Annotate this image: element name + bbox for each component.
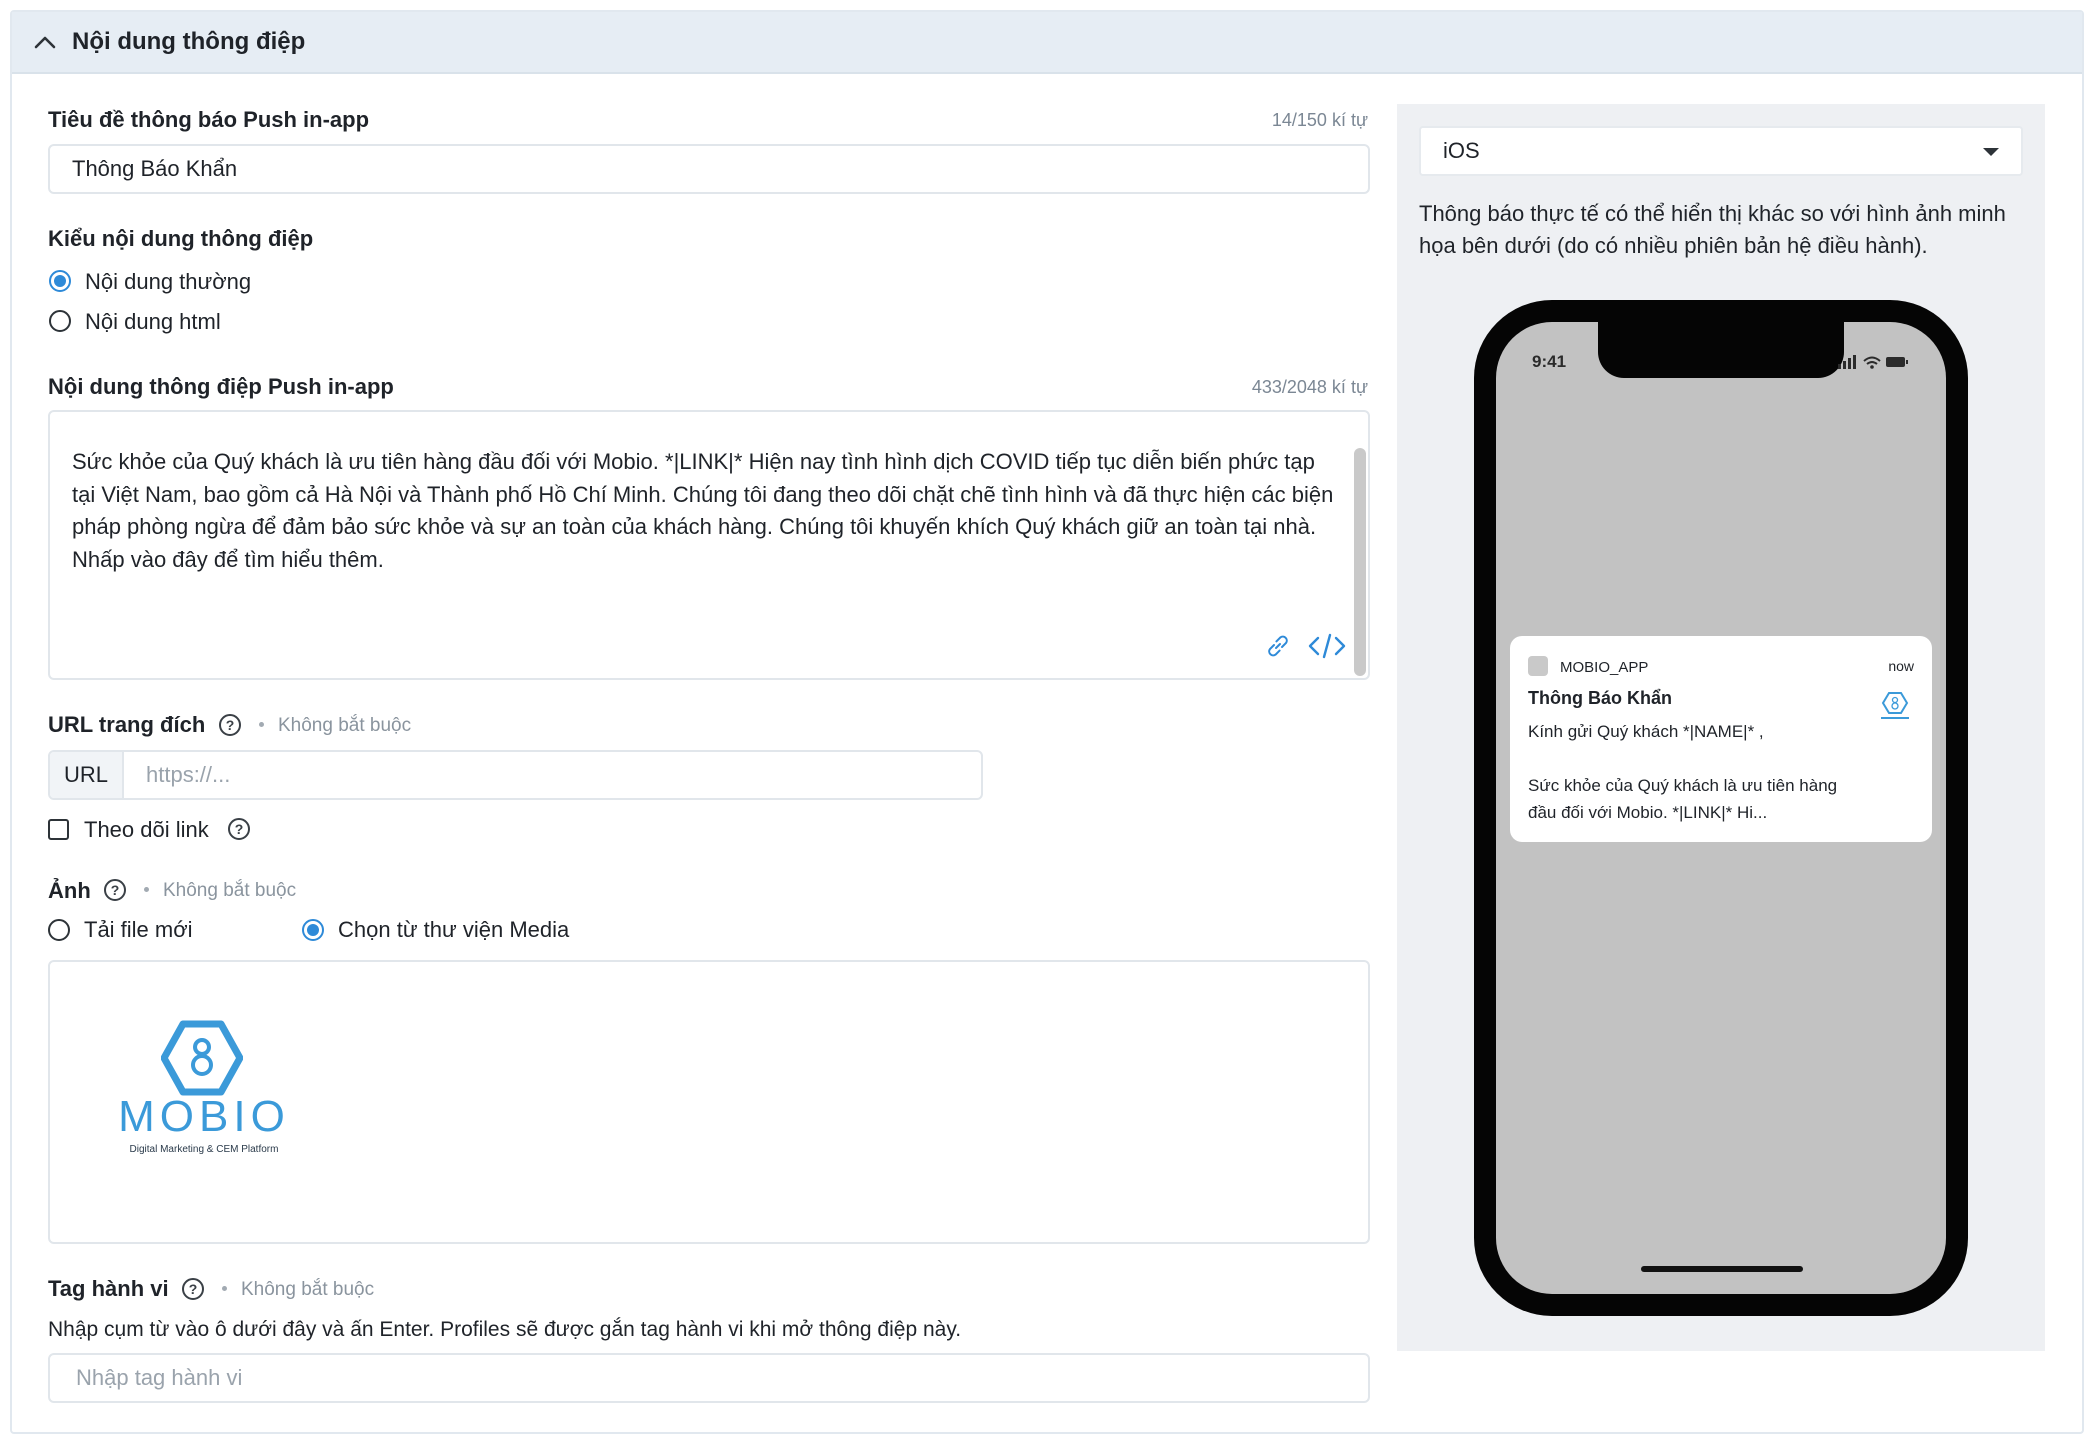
caret-down-icon (1983, 148, 1999, 156)
phone-mockup: 9:41 MOBIO_APP now Thông Báo Khẩn Kính g… (1474, 300, 1968, 1316)
title-input[interactable]: Thông Báo Khẩn (48, 144, 1370, 194)
message-text: Sức khỏe của Quý khách là ưu tiên hàng đ… (72, 449, 1334, 572)
radio-upload-new[interactable] (48, 919, 70, 941)
platform-select-value: iOS (1443, 138, 1480, 163)
radio-normal-content[interactable] (49, 270, 71, 292)
radio-media-library[interactable] (302, 919, 324, 941)
notification-card[interactable]: MOBIO_APP now Thông Báo Khẩn Kính gửi Qu… (1510, 636, 1932, 842)
tags-optional-text: Không bắt buộc (241, 1279, 375, 1300)
url-addon: URL (50, 752, 124, 798)
track-link-help-icon[interactable]: ? (228, 818, 250, 840)
mobio-logo: MOBIO Digital Marketing & CEM Platform (114, 1020, 294, 1160)
notification-body: Kính gửi Quý khách *|NAME|* , Sức khỏe c… (1528, 722, 1838, 822)
media-preview-box[interactable]: MOBIO Digital Marketing & CEM Platform (48, 960, 1370, 1244)
message-textarea[interactable]: Sức khỏe của Quý khách là ưu tiên hàng đ… (48, 410, 1370, 680)
phone-notch (1598, 322, 1844, 378)
status-bar-icons (1838, 355, 1908, 369)
mobio-logo-icon (161, 1020, 243, 1096)
image-optional-row: Không bắt buộc (130, 880, 296, 902)
title-counter: 14/150 kí tự (1271, 110, 1368, 130)
image-optional-text: Không bắt buộc (163, 880, 297, 901)
separator-dot (222, 1286, 227, 1292)
message-counter: 433/2048 kí tự (1251, 377, 1368, 397)
url-placeholder: https://... (146, 762, 231, 787)
image-label: Ảnh (48, 878, 91, 903)
tags-label: Tag hành vi (48, 1276, 169, 1301)
radio-upload-new-label[interactable]: Tải file mới (84, 917, 193, 943)
tags-placeholder: Nhập tag hành vi (76, 1365, 243, 1390)
radio-html-content[interactable] (49, 310, 71, 332)
track-link-label[interactable]: Theo dõi link (84, 817, 209, 843)
separator-dot (259, 722, 264, 728)
tags-input[interactable]: Nhập tag hành vi (48, 1353, 1370, 1403)
notification-time: now (1888, 658, 1914, 674)
app-icon (1528, 656, 1548, 676)
message-label: Nội dung thông điệp Push in-app (48, 374, 394, 399)
notification-title: Thông Báo Khẩn (1528, 688, 1672, 708)
textarea-scrollbar[interactable] (1354, 448, 1366, 676)
panel-title: Nội dung thông điệp (72, 28, 306, 55)
url-help-icon[interactable]: ? (219, 714, 241, 736)
url-label: URL trang đích (48, 712, 206, 737)
notification-app-name: MOBIO_APP (1560, 659, 1649, 676)
mobio-logo-tagline: Digital Marketing & CEM Platform (129, 1144, 279, 1155)
notification-thumbnail-icon (1881, 692, 1909, 719)
url-optional-row: Không bắt buộc (245, 715, 411, 737)
tags-hint: Nhập cụm từ vào ô dưới đây và ấn Enter. … (48, 1318, 962, 1341)
title-label: Tiêu đề thông báo Push in-app (48, 107, 370, 132)
panel-header[interactable]: Nội dung thông điệp (12, 12, 2082, 74)
mobio-logo-wordmark: MOBIO (118, 1092, 290, 1141)
link-icon[interactable] (1264, 632, 1292, 660)
platform-select[interactable]: iOS (1419, 126, 2023, 176)
code-icon[interactable] (1308, 632, 1346, 660)
home-indicator (1641, 1266, 1803, 1272)
tags-optional-row: Không bắt buộc (208, 1279, 374, 1301)
image-help-icon[interactable]: ? (104, 879, 126, 901)
separator-dot (144, 887, 149, 893)
radio-html-content-label[interactable]: Nội dung html (85, 309, 221, 335)
content-type-label: Kiểu nội dung thông điệp (48, 226, 314, 251)
chevron-up-icon[interactable] (32, 29, 58, 55)
url-optional-text: Không bắt buộc (278, 715, 412, 736)
tags-help-icon[interactable]: ? (182, 1278, 204, 1300)
track-link-checkbox[interactable] (48, 819, 69, 840)
url-label-row: URL trang đích (48, 712, 205, 738)
url-input[interactable]: URL https://... (48, 750, 983, 800)
preview-note: Thông báo thực tế có thể hiển thị khác s… (1419, 201, 2006, 258)
title-input-value: Thông Báo Khẩn (72, 156, 238, 181)
radio-normal-content-label[interactable]: Nội dung thường (85, 269, 251, 295)
radio-media-library-label[interactable]: Chọn từ thư viện Media (338, 917, 569, 943)
phone-time: 9:41 (1532, 352, 1567, 371)
phone-screen: 9:41 MOBIO_APP now Thông Báo Khẩn Kính g… (1496, 322, 1946, 1294)
device-preview-panel: iOS Thông báo thực tế có thể hiển thị kh… (1397, 104, 2045, 1351)
